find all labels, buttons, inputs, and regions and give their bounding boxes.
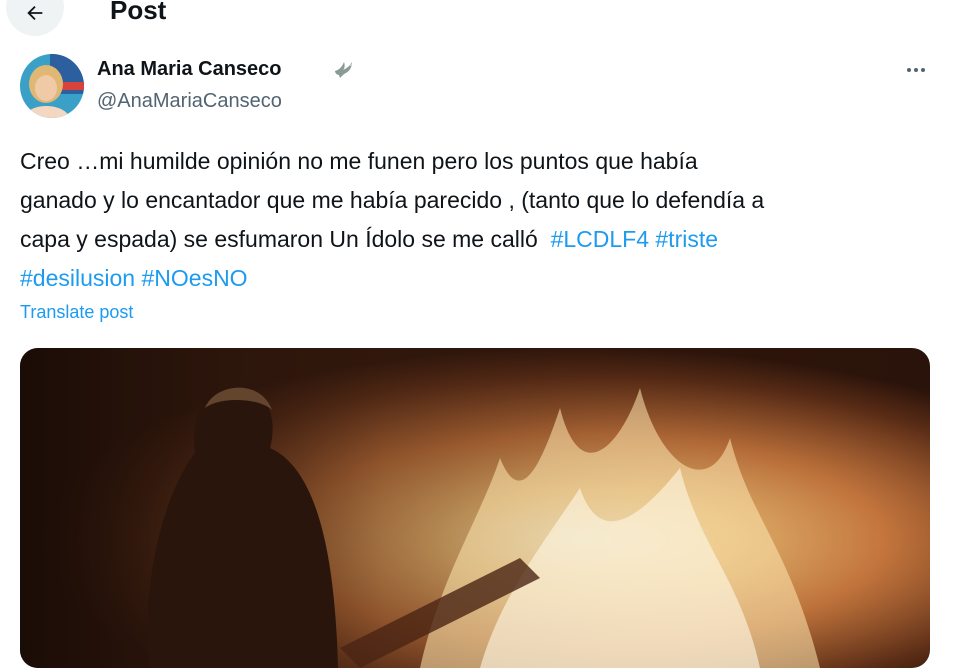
hashtag-triste[interactable]: #triste <box>655 226 718 252</box>
more-options-button[interactable] <box>898 58 934 82</box>
arrow-left-icon <box>27 5 43 21</box>
translate-post-link[interactable]: Translate post <box>20 300 133 324</box>
back-button[interactable] <box>6 0 64 36</box>
dove-icon <box>335 62 353 78</box>
more-horizontal-icon <box>907 68 911 72</box>
avatar[interactable] <box>20 54 84 118</box>
author-handle[interactable]: @AnaMariaCanseco <box>97 88 282 114</box>
hashtag-lcdlf4[interactable]: #LCDLF4 <box>551 226 649 252</box>
post-header: Post <box>0 0 960 40</box>
hashtag-desilusion[interactable]: #desilusion <box>20 265 135 291</box>
more-dot <box>921 68 925 72</box>
page-title: Post <box>110 0 167 25</box>
post-image[interactable] <box>20 348 930 668</box>
author-display-name[interactable]: Ana Maria Canseco <box>97 56 282 82</box>
more-dot <box>914 68 918 72</box>
post-text: Creo …mi humilde opinión no me funen per… <box>20 142 950 298</box>
hashtag-noesno[interactable]: #NOesNO <box>141 265 247 291</box>
